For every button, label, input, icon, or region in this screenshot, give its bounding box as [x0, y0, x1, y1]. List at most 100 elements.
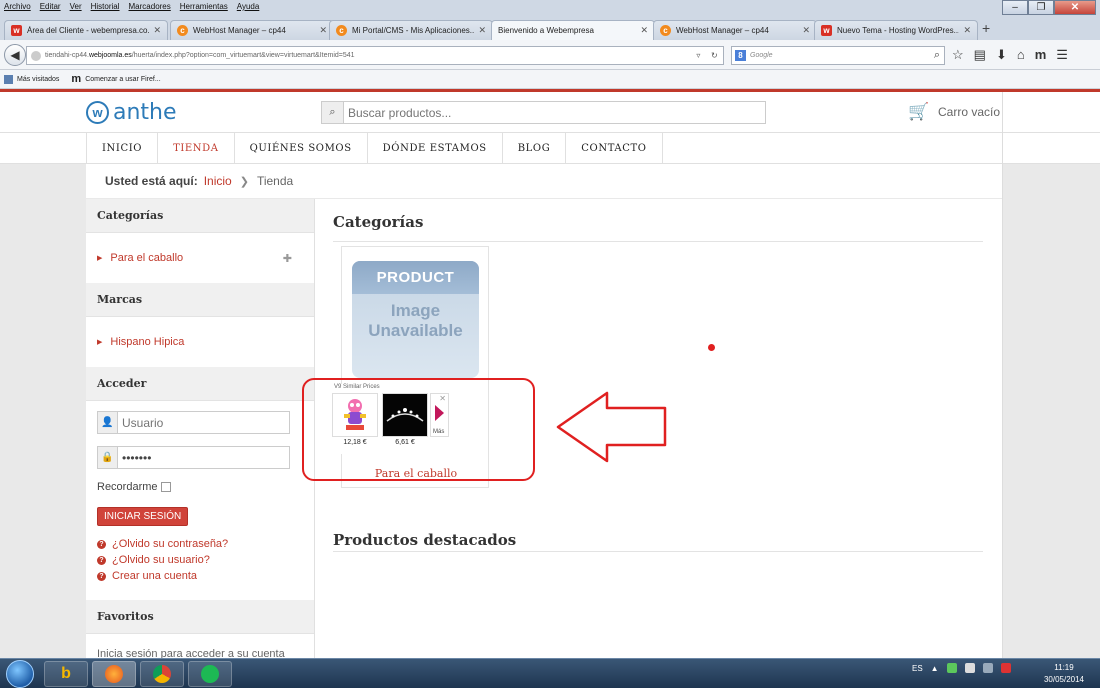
bookmark-comenzar[interactable]: Comenzar a usar Firef...	[85, 76, 160, 83]
nav-contacto[interactable]: CONTACTO	[566, 133, 663, 164]
clock-date: 30/05/2014	[1043, 675, 1085, 684]
close-tab-icon[interactable]: ✕	[963, 25, 971, 36]
close-tab-icon[interactable]: ✕	[802, 25, 810, 36]
site-logo[interactable]: w anthe	[86, 100, 177, 125]
forgot-username-link[interactable]: ? ¿Olvido su usuario?	[97, 552, 303, 568]
favorites-text: Inicia sesión para acceder a su cuenta	[97, 648, 285, 658]
username-field: 👤	[97, 411, 290, 434]
tray-app-icon[interactable]	[946, 663, 957, 673]
nav-tienda[interactable]: TIENDA	[158, 133, 235, 164]
login-button[interactable]: INICIAR SESIÓN	[97, 507, 189, 526]
logo-text: anthe	[113, 100, 177, 125]
magnifier-icon[interactable]: ⌕	[934, 49, 940, 62]
brand-link[interactable]: ▶ Hispano Hipica	[97, 317, 303, 367]
tray-flag-icon[interactable]	[964, 663, 975, 673]
question-icon: ?	[97, 539, 106, 549]
tab-nuevo-tema[interactable]: w Nuevo Tema - Hosting WordPres... ✕	[814, 20, 978, 40]
webempresa-favicon-icon: w	[11, 25, 22, 36]
reload-icon[interactable]: ↻	[711, 51, 718, 60]
windows-taskbar: b ES ▲ 11:19 30/05/2014	[0, 658, 1100, 688]
cpanel-favicon-icon: c	[660, 25, 671, 36]
nav-inicio[interactable]: INICIO	[87, 133, 159, 164]
bookmarks-menu-icon[interactable]: ▤	[974, 47, 986, 63]
tab-webhost-manager-1[interactable]: c WebHost Manager – cp44 ✕	[170, 20, 334, 40]
brand-label: Hispano Hipica	[110, 336, 185, 348]
menu-herramientas[interactable]: Herramientas	[180, 2, 228, 11]
menu-editar[interactable]: Editar	[40, 2, 61, 11]
minimize-button[interactable]: –	[1002, 0, 1028, 15]
create-account-link[interactable]: ? Crear una cuenta	[97, 568, 303, 584]
search-icon[interactable]: ⌕	[322, 102, 344, 123]
home-icon[interactable]: ⌂	[1017, 47, 1025, 63]
breadcrumb-home-link[interactable]: Inicio	[204, 174, 232, 188]
windows-start-icon[interactable]	[6, 660, 34, 688]
tab-mi-portal[interactable]: c Mi Portal/CMS - Mis Aplicaciones... ✕	[329, 20, 493, 40]
back-arrow-icon[interactable]: ◀	[4, 44, 26, 66]
tab-bienvenido[interactable]: Bienvenido a Webempresa ✕	[491, 20, 655, 40]
forgot-password-label: ¿Olvido su contraseña?	[112, 538, 229, 550]
network-signal-icon[interactable]	[982, 663, 993, 673]
nav-quienes-somos[interactable]: QUIÉNES SOMOS	[235, 133, 368, 164]
nav-blog[interactable]: BLOG	[503, 133, 567, 164]
categories-module-title: Categorías	[86, 199, 314, 233]
m-addon-icon[interactable]: m	[1035, 47, 1047, 63]
downloads-icon[interactable]: ⬇	[996, 47, 1007, 63]
clock-time: 11:19	[1054, 663, 1074, 672]
tab-area-cliente[interactable]: w Área del Cliente - webempresa.co... ✕	[4, 20, 168, 40]
menubar-area: Archivo Editar Ver Historial Marcadores …	[0, 0, 1100, 18]
expand-plus-icon[interactable]: ✚	[283, 252, 292, 265]
remember-checkbox[interactable]	[160, 482, 171, 492]
close-tab-icon[interactable]: ✕	[478, 25, 486, 36]
close-tab-icon[interactable]: ✕	[640, 25, 648, 36]
taskbar-firefox[interactable]	[92, 661, 136, 687]
tab-label: Bienvenido a Webempresa	[498, 26, 594, 35]
close-tab-icon[interactable]: ✕	[319, 25, 327, 36]
menu-ayuda[interactable]: Ayuda	[237, 2, 260, 11]
tab-label: WebHost Manager – cp44	[676, 26, 769, 35]
url-bar[interactable]: tiendahi-cp44.webjoomla.es/huerta/index.…	[26, 46, 724, 65]
clock[interactable]: 11:19 30/05/2014	[1034, 662, 1094, 686]
search-engine-box[interactable]: 8 Google ⌕	[731, 46, 945, 65]
taskbar-bing[interactable]: b	[44, 661, 88, 687]
taskbar-chrome[interactable]	[140, 661, 184, 687]
lock-icon: 🔒	[98, 447, 118, 468]
hamburger-menu-icon[interactable]: ☰	[1056, 47, 1068, 63]
language-indicator[interactable]: ES	[912, 664, 923, 673]
tab-label: Área del Cliente - webempresa.co...	[27, 26, 150, 35]
maximize-button[interactable]: ❐	[1028, 0, 1054, 15]
question-icon: ?	[97, 571, 106, 581]
volume-muted-icon[interactable]	[1000, 663, 1011, 673]
nav-donde-estamos[interactable]: DÓNDE ESTAMOS	[368, 133, 503, 164]
menu-ver[interactable]: Ver	[70, 2, 82, 11]
web-page: w anthe ⌕ 🛒 Carro vacío INICIO TIENDA QU…	[0, 92, 1100, 658]
tab-webhost-manager-2[interactable]: c WebHost Manager – cp44 ✕	[653, 20, 817, 40]
close-tab-icon[interactable]: ✕	[153, 25, 161, 36]
dropdown-arrow-icon[interactable]: ▿	[696, 51, 700, 60]
bing-icon: b	[61, 665, 71, 682]
menu-marcadores[interactable]: Marcadores	[129, 2, 171, 11]
site-identity-icon	[31, 50, 41, 61]
bookmark-mas-visitados[interactable]: Más visitados	[17, 76, 59, 83]
password-input[interactable]	[122, 450, 282, 465]
product-search-input[interactable]	[348, 105, 748, 120]
close-window-button[interactable]: ✕	[1054, 0, 1096, 15]
cart[interactable]: 🛒 Carro vacío	[908, 102, 1000, 121]
tray-up-arrow-icon[interactable]: ▲	[931, 664, 939, 673]
menu-historial[interactable]: Historial	[91, 2, 120, 11]
forgot-password-link[interactable]: ? ¿Olvido su contraseña?	[97, 536, 303, 552]
breadcrumb-label: Usted está aquí:	[105, 174, 198, 188]
product-search: ⌕	[321, 101, 766, 124]
spotify-icon	[201, 665, 219, 683]
search-engine-placeholder: Google	[750, 52, 773, 59]
chrome-icon	[153, 665, 171, 683]
category-link[interactable]: ▶ Para el caballo ✚	[97, 233, 303, 283]
username-input[interactable]	[122, 415, 282, 430]
new-tab-button[interactable]: +	[982, 20, 990, 36]
bookmark-star-icon[interactable]: ☆	[952, 47, 964, 63]
taskbar-spotify[interactable]	[188, 661, 232, 687]
menu-archivo[interactable]: Archivo	[4, 2, 31, 11]
tab-label: Nuevo Tema - Hosting WordPres...	[837, 26, 960, 35]
brands-module: ▶ Hispano Hipica	[86, 317, 314, 367]
question-icon: ?	[97, 555, 106, 565]
user-icon: 👤	[98, 412, 118, 433]
